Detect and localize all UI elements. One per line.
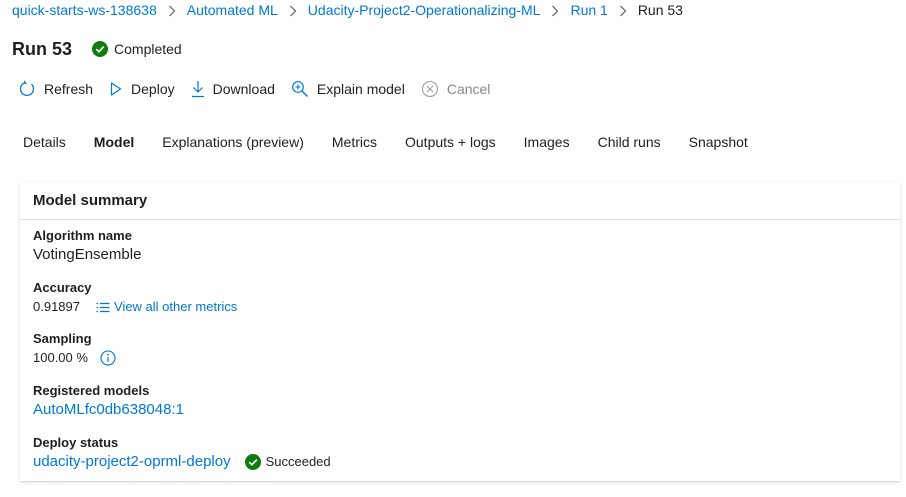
accuracy-field: Accuracy 0.91897 View all other metrics [33, 280, 237, 318]
explain-model-label: Explain model [316, 81, 405, 97]
sampling-value: 100.00 % [33, 350, 88, 365]
run-status: Completed [92, 41, 182, 57]
breadcrumb-current: Run 53 [637, 2, 683, 18]
status-text: Completed [114, 41, 182, 57]
refresh-icon [19, 80, 35, 96]
breadcrumb-automated-ml[interactable]: Automated ML [187, 2, 278, 18]
registered-models-field: Registered models AutoMLfc0db638048:1 [33, 383, 184, 421]
explain-model-button[interactable]: Explain model [291, 80, 405, 98]
command-bar: Refresh Deploy Download Explain model Ca… [18, 78, 506, 100]
refresh-button[interactable]: Refresh [18, 80, 93, 98]
deploy-state-text: Succeeded [265, 454, 331, 469]
deploy-button[interactable]: Deploy [109, 81, 175, 97]
sampling-label: Sampling [33, 331, 92, 346]
refresh-label: Refresh [44, 81, 94, 97]
tab-details[interactable]: Details [23, 134, 66, 150]
view-all-metrics-label: View all other metrics [114, 299, 238, 314]
algorithm-field: Algorithm name VotingEnsemble [33, 228, 141, 266]
info-icon[interactable] [100, 350, 116, 366]
registered-model-link[interactable]: AutoMLfc0db638048:1 [33, 399, 184, 421]
breadcrumb-run-1[interactable]: Run 1 [570, 2, 607, 18]
chevron-right-icon [278, 2, 308, 18]
check-circle-icon [92, 41, 109, 57]
page-title: Run 53 [12, 38, 73, 59]
tab-snapshot[interactable]: Snapshot [689, 134, 748, 150]
deploy-status-field: Deploy status udacity-project2-oprml-dep… [33, 435, 331, 473]
zoom-icon [291, 81, 308, 97]
cancel-label: Cancel [446, 81, 491, 97]
title-row: Run 53 Completed [12, 37, 182, 61]
tab-images[interactable]: Images [524, 134, 570, 150]
algorithm-label: Algorithm name [33, 228, 132, 243]
registered-models-label: Registered models [33, 383, 150, 398]
deploy-label: Deploy [131, 81, 175, 97]
play-icon [110, 82, 122, 96]
accuracy-value: 0.91897 [33, 299, 80, 314]
breadcrumb: quick-starts-ws-138638 Automated ML Udac… [12, 0, 683, 20]
deploy-state: Succeeded [244, 451, 331, 473]
deployment-link[interactable]: udacity-project2-oprml-deploy [33, 451, 231, 473]
chevron-right-icon [540, 2, 570, 18]
chevron-right-icon [608, 2, 638, 18]
check-circle-icon [244, 454, 261, 470]
download-button[interactable]: Download [191, 80, 275, 98]
accuracy-row: 0.91897 View all other metrics [33, 296, 237, 318]
card-title: Model summary [20, 182, 900, 220]
tab-metrics[interactable]: Metrics [332, 134, 377, 150]
registered-models-row: AutoMLfc0db638048:1 [33, 399, 184, 421]
tab-child-runs[interactable]: Child runs [598, 134, 661, 150]
view-all-metrics-link[interactable]: View all other metrics [96, 296, 237, 318]
sampling-field: Sampling 100.00 % [33, 331, 116, 369]
breadcrumb-experiment[interactable]: Udacity-Project2-Operationalizing-ML [308, 2, 541, 18]
download-label: Download [212, 81, 275, 97]
breadcrumb-workspace[interactable]: quick-starts-ws-138638 [12, 2, 157, 18]
tab-model[interactable]: Model [94, 134, 134, 150]
accuracy-label: Accuracy [33, 280, 92, 295]
list-icon [96, 302, 110, 312]
cancel-button[interactable]: Cancel [421, 80, 491, 98]
deploy-status-row: udacity-project2-oprml-deploy Succeeded [33, 451, 331, 473]
tab-outputs-logs[interactable]: Outputs + logs [405, 134, 496, 150]
algorithm-value: VotingEnsemble [33, 246, 142, 263]
cancel-icon [421, 80, 438, 98]
tab-bar: Details Model Explanations (preview) Met… [23, 131, 776, 153]
download-icon [191, 81, 204, 98]
chevron-right-icon [157, 2, 187, 18]
model-summary-card: Model summary Algorithm name VotingEnsem… [20, 182, 900, 481]
tab-explanations[interactable]: Explanations (preview) [162, 134, 304, 150]
sampling-row: 100.00 % [33, 347, 116, 369]
deploy-status-label: Deploy status [33, 435, 119, 450]
